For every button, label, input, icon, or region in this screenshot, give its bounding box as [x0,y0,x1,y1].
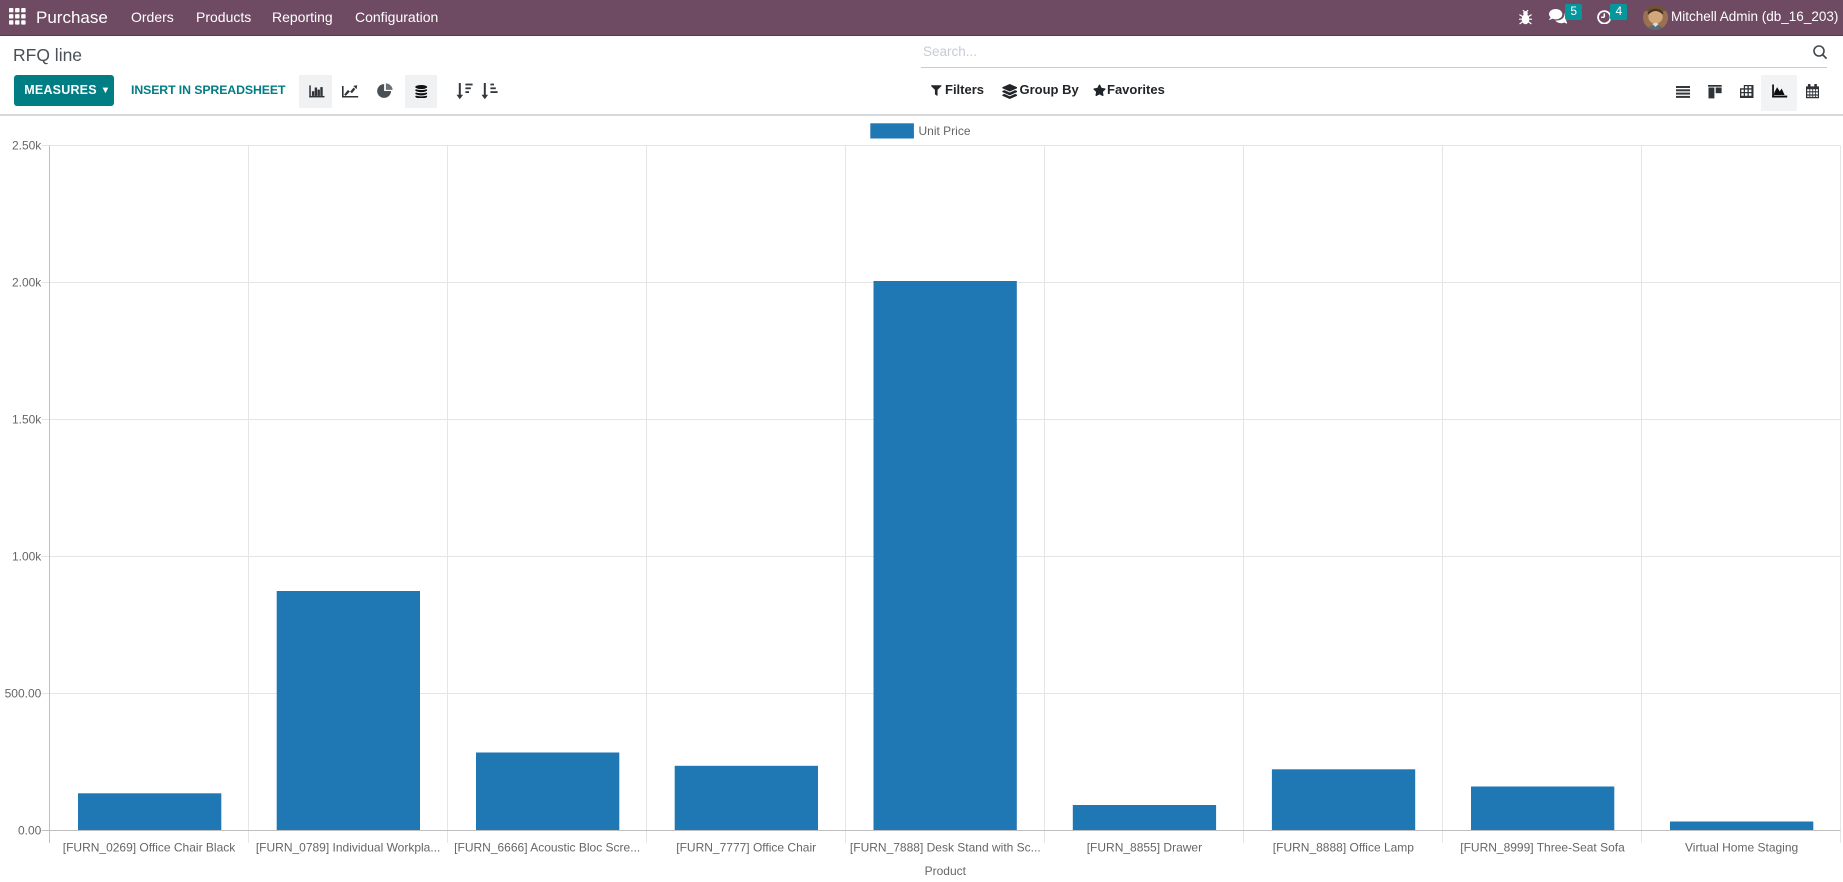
svg-text:0.00: 0.00 [18,823,42,837]
svg-text:1.00k: 1.00k [12,549,42,563]
svg-text:[FURN_7777] Office Chair: [FURN_7777] Office Chair [676,841,816,855]
svg-text:[FURN_8855] Drawer: [FURN_8855] Drawer [1087,841,1202,855]
svg-text:Unit Price: Unit Price [919,124,971,138]
svg-text:Virtual Home Staging: Virtual Home Staging [1685,841,1798,855]
svg-text:[FURN_8999] Three-Seat Sofa: [FURN_8999] Three-Seat Sofa [1460,841,1625,855]
svg-text:2.00k: 2.00k [12,275,42,289]
svg-text:2.50k: 2.50k [12,138,42,152]
svg-text:[FURN_0789] Individual Workpla: [FURN_0789] Individual Workpla... [256,841,441,855]
svg-text:1.50k: 1.50k [12,412,42,426]
svg-text:[FURN_6666] Acoustic Bloc Scre: [FURN_6666] Acoustic Bloc Scre... [454,841,640,855]
svg-text:500.00: 500.00 [5,686,42,700]
svg-text:[FURN_8888] Office Lamp: [FURN_8888] Office Lamp [1273,841,1415,855]
svg-text:Product: Product [925,864,967,878]
svg-text:[FURN_0269] Office Chair Black: [FURN_0269] Office Chair Black [63,841,237,855]
svg-text:[FURN_7888] Desk Stand with Sc: [FURN_7888] Desk Stand with Sc... [850,841,1041,855]
